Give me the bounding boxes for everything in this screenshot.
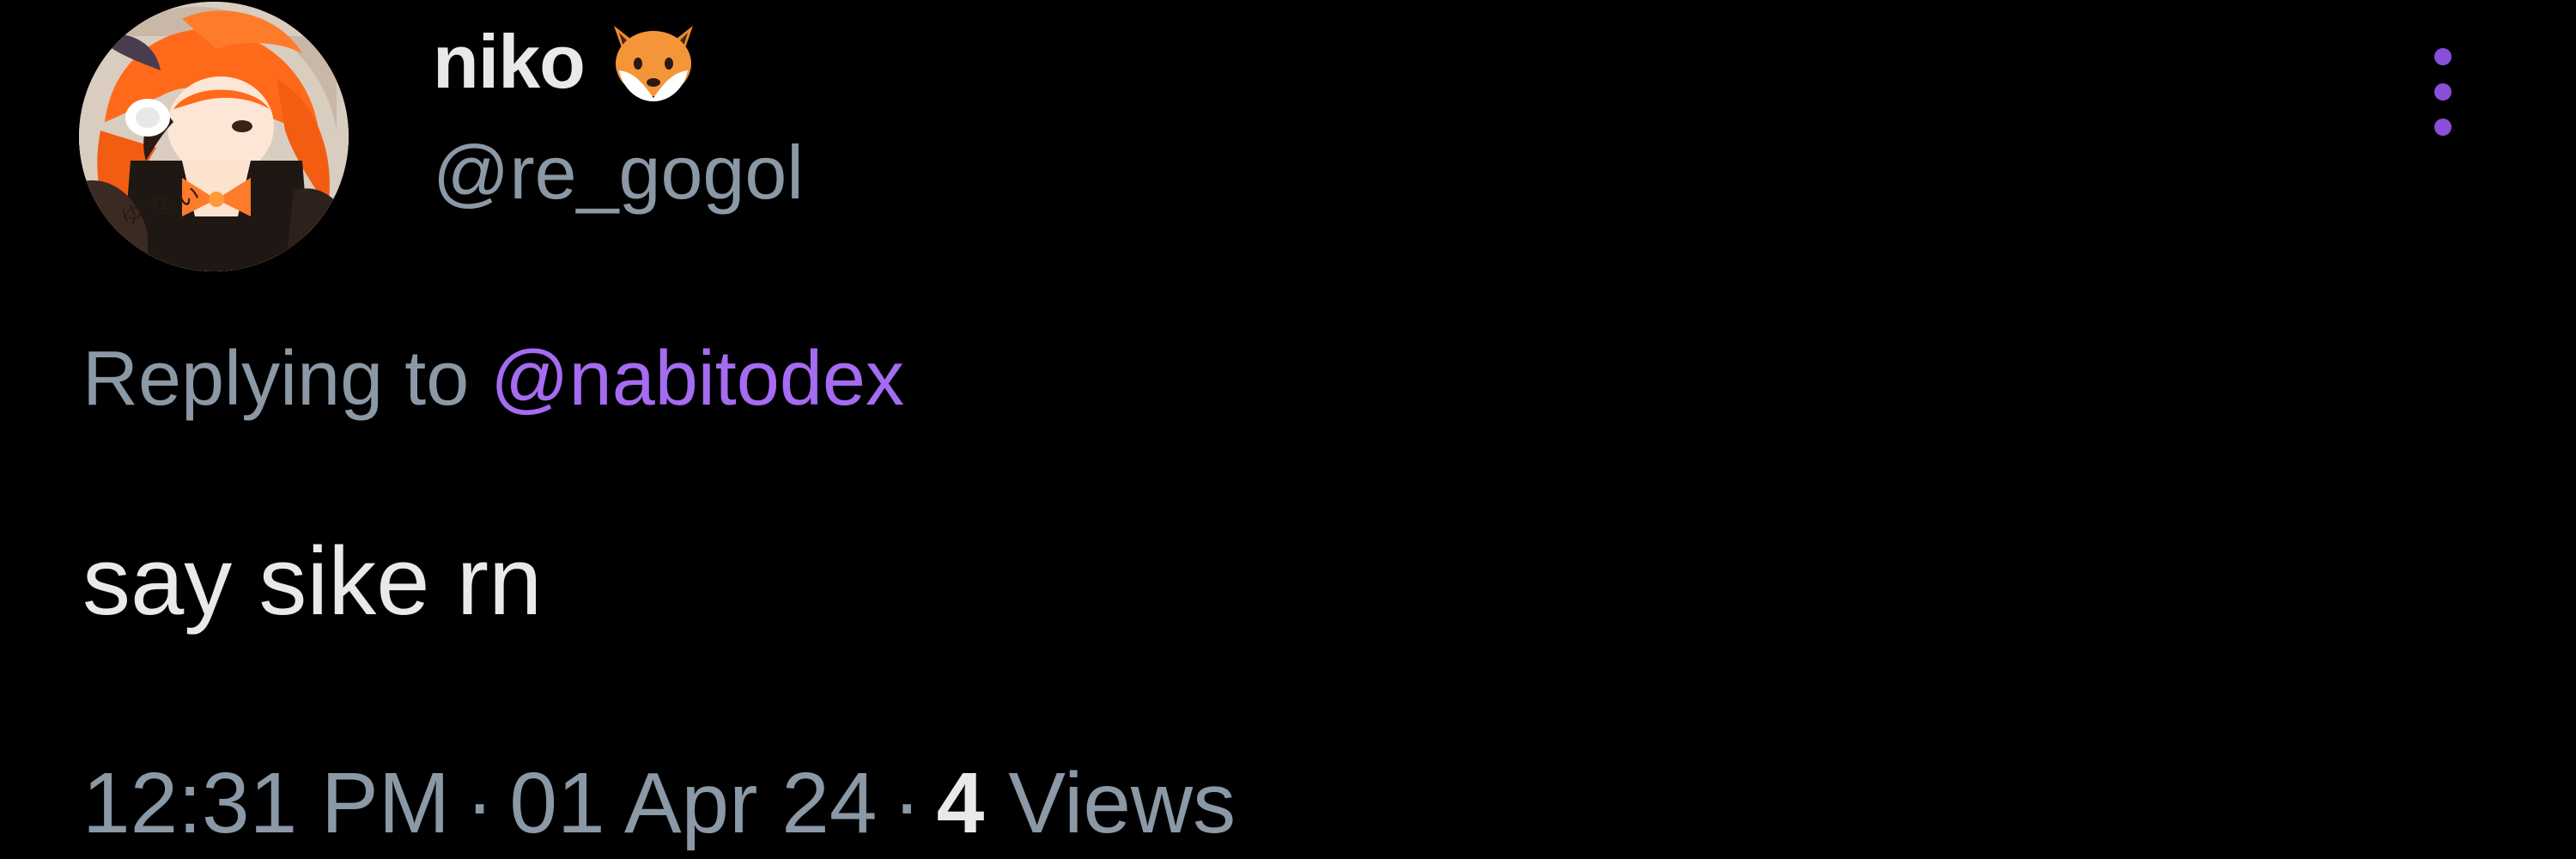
tweet-meta: 12:31 PM · 01 Apr 24 · 4 Views: [82, 754, 1236, 853]
tweet-card: ゆ な い niko @re_gogol Replying to @nabito…: [0, 0, 2576, 859]
avatar-image: ゆ な い: [79, 2, 349, 271]
author-display-name[interactable]: niko: [433, 18, 586, 106]
tweet-time[interactable]: 12:31 PM: [82, 755, 450, 851]
more-options-button[interactable]: [2421, 45, 2464, 139]
reply-target-handle[interactable]: @nabitodex: [490, 336, 904, 422]
three-dots-vertical-icon: [2434, 48, 2451, 136]
reply-prefix: Replying to: [82, 336, 470, 422]
author-avatar[interactable]: ゆ な い: [79, 2, 349, 271]
meta-separator: ·: [892, 755, 921, 851]
fox-face-icon: [607, 19, 700, 105]
reply-context: Replying to @nabitodex: [82, 335, 904, 423]
meta-separator: ·: [465, 755, 495, 851]
views-label[interactable]: Views: [1008, 755, 1236, 851]
author-handle[interactable]: @re_gogol: [433, 129, 804, 216]
author-name-row: niko: [433, 10, 700, 113]
tweet-date[interactable]: 01 Apr 24: [509, 755, 877, 851]
views-count[interactable]: 4: [937, 755, 985, 851]
tweet-text: say sike rn: [82, 527, 543, 635]
